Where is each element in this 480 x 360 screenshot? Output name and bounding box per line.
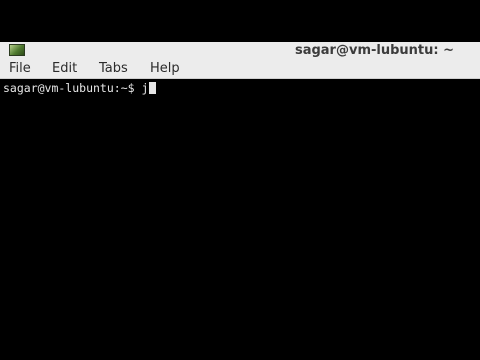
menu-file[interactable]: File [9, 59, 31, 79]
menu-tabs[interactable]: Tabs [99, 59, 128, 79]
terminal-area[interactable]: sagar@vm-lubuntu:~$ j [0, 79, 480, 318]
terminal-app-icon [9, 44, 25, 56]
text-cursor [149, 82, 157, 94]
video-frame: sagar@vm-lubuntu: ~ File Edit Tabs Help … [0, 0, 480, 360]
shell-prompt: sagar@vm-lubuntu:~$ [3, 81, 142, 95]
menu-edit[interactable]: Edit [52, 59, 77, 79]
command-line: sagar@vm-lubuntu:~$ j [3, 81, 157, 95]
window-title: sagar@vm-lubuntu: ~ [294, 43, 454, 58]
terminal-window: sagar@vm-lubuntu: ~ File Edit Tabs Help … [0, 42, 480, 318]
typed-input: j [141, 81, 149, 95]
menu-bar: File Edit Tabs Help [0, 59, 480, 79]
menu-help[interactable]: Help [150, 59, 180, 79]
title-bar[interactable]: sagar@vm-lubuntu: ~ [0, 42, 480, 59]
